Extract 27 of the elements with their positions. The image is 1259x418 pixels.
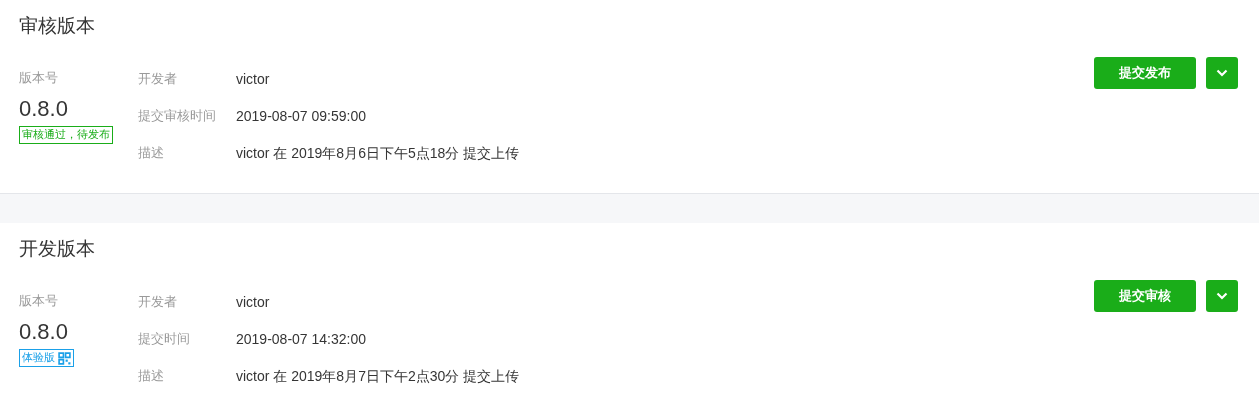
field-label: 描述	[138, 144, 165, 162]
field-value: victor	[236, 293, 270, 312]
status-tag: 审核通过，待发布	[19, 126, 113, 144]
dropdown-button[interactable]	[1206, 57, 1238, 89]
section-title: 审核版本	[19, 13, 96, 38]
field-value: victor 在 2019年8月6日下午5点18分 提交上传	[236, 144, 520, 163]
field-value: 2019-08-07 09:59:00	[236, 107, 366, 126]
field-label: 提交审核时间	[138, 107, 217, 125]
field-label: 版本号	[19, 69, 58, 87]
submit-button[interactable]: 提交审核	[1094, 280, 1196, 312]
chevron-down-icon	[1216, 292, 1228, 300]
submit-button[interactable]: 提交发布	[1094, 57, 1196, 89]
field-label: 描述	[138, 367, 165, 385]
version-number: 0.8.0	[19, 95, 68, 123]
field-label: 版本号	[19, 292, 58, 310]
field-value: victor 在 2019年8月7日下午2点30分 提交上传	[236, 367, 520, 386]
field-label: 开发者	[138, 293, 178, 311]
field-value: victor	[236, 70, 270, 89]
version-number: 0.8.0	[19, 318, 68, 346]
section-title: 开发版本	[19, 236, 96, 261]
qr-code-icon	[58, 351, 71, 365]
trial-tag[interactable]: 体验版	[19, 349, 74, 367]
field-label: 开发者	[138, 70, 178, 88]
field-value: 2019-08-07 14:32:00	[236, 330, 366, 349]
chevron-down-icon	[1216, 69, 1228, 77]
field-label: 提交时间	[138, 330, 191, 348]
dropdown-button[interactable]	[1206, 280, 1238, 312]
